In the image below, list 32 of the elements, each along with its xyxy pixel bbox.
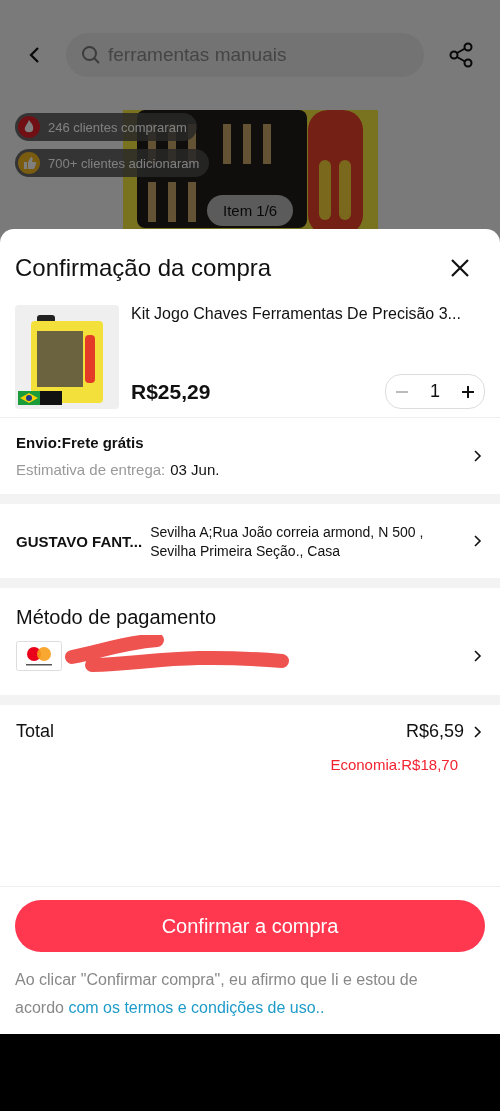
product-price: R$25,29 (131, 379, 211, 404)
delivery-date: 03 Jun. (170, 461, 220, 478)
total-amount: R$6,59 (405, 721, 464, 742)
terms-link[interactable]: com os termos e condições de uso.. (68, 999, 325, 1016)
thumbs-up-icon (18, 152, 40, 174)
share-icon[interactable] (448, 42, 474, 68)
image-counter: Item 1/6 (207, 195, 294, 226)
chevron-right-icon[interactable] (474, 650, 482, 662)
quantity-value: 1 (430, 381, 440, 402)
section-title: Método de pagamento (16, 606, 218, 629)
product-name: Kit Jogo Chaves Ferramentas De Precisão 3... (131, 305, 462, 323)
recipient-name: GUSTAVO FANT... (16, 532, 143, 550)
badge-text: 246 clientes compraram (48, 119, 187, 135)
sheet-title: Confirmação da compra (15, 254, 272, 282)
total-label: Total (16, 721, 55, 742)
close-icon[interactable] (450, 258, 470, 278)
badge-text: 700+ clientes adicionaram (48, 155, 200, 171)
delivery-estimate-label: Estimativa de entrega: (16, 461, 166, 478)
terms-notice: Ao clicar "Confirmar compra", eu afirmo que li e estou de acordo com os termos e condições de uso.. (15, 970, 419, 1018)
chevron-right-icon[interactable] (474, 535, 482, 547)
plus-icon[interactable] (460, 383, 476, 400)
flame-icon (18, 116, 40, 138)
card-logo-icon (16, 641, 62, 671)
chevron-right-icon[interactable] (474, 725, 482, 738)
address-line: Sevilha Primeira Seção., Casa (150, 542, 341, 559)
search-icon (81, 45, 101, 65)
address-line: Sevilha A;Rua João correia armond, N 500 , (150, 523, 425, 540)
shipping-method: Envio:Frete grátis (16, 434, 145, 451)
savings-amount: Economia:R$18,70 (330, 756, 458, 773)
back-icon[interactable] (28, 46, 42, 64)
chevron-right-icon[interactable] (474, 450, 482, 462)
confirm-purchase-button[interactable]: Confirmar a compra (15, 900, 485, 952)
